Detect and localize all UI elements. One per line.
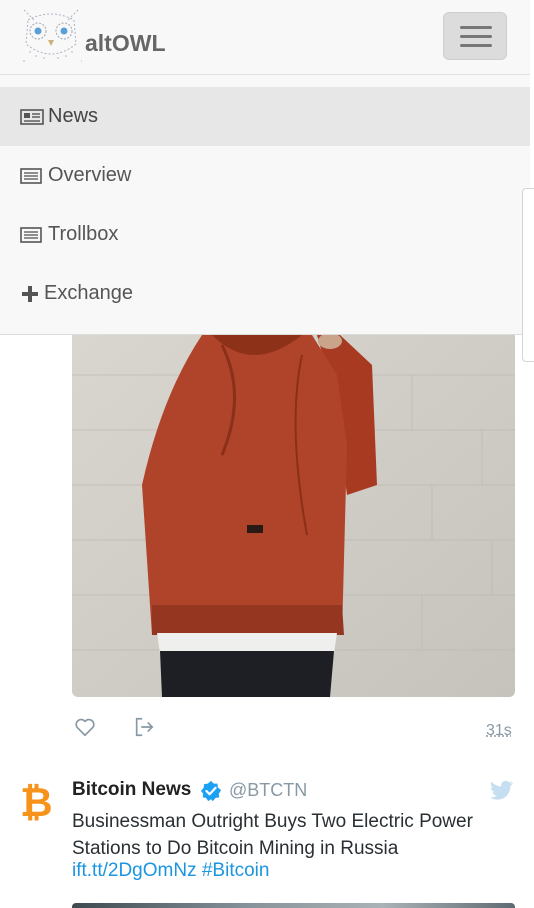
list-icon (20, 226, 42, 243)
scroll-edge (522, 188, 534, 362)
next-tweet-image[interactable] (72, 903, 515, 908)
nav-item-overview[interactable]: Overview (0, 146, 530, 205)
heart-icon[interactable] (74, 716, 96, 738)
twitter-bird-icon[interactable] (488, 780, 514, 802)
brand-name[interactable]: altOWL (85, 30, 166, 57)
hamburger-menu-button[interactable] (443, 12, 507, 60)
verified-badge-icon (200, 780, 222, 802)
tweet-timestamp[interactable]: 31s (486, 722, 512, 740)
nav-label-news: News (48, 105, 99, 127)
hamburger-icon (460, 26, 492, 29)
nav-item-trollbox[interactable]: Trollbox (0, 205, 530, 264)
hoodie-photo (72, 335, 515, 697)
list-icon (20, 167, 42, 184)
tweet-link[interactable]: ift.tt/2DgOmNz #Bitcoin (72, 860, 269, 882)
owl-logo-icon[interactable] (20, 6, 82, 66)
nav-label-exchange: Exchange (44, 282, 133, 304)
share-icon[interactable] (133, 716, 155, 738)
nav-label-trollbox: Trollbox (48, 223, 119, 245)
bitcoin-logo-icon[interactable]: ₿ (20, 780, 53, 826)
plus-icon (22, 285, 38, 302)
tweet-image[interactable] (72, 335, 515, 697)
tweet-author[interactable]: Bitcoin News (72, 779, 191, 801)
tweet-text: Businessman Outright Buys Two Electric P… (72, 811, 473, 859)
nav-item-exchange[interactable]: Exchange (0, 264, 530, 323)
tweet-handle[interactable]: @BTCTN (229, 780, 307, 801)
nav-item-news[interactable]: News (0, 87, 530, 146)
nav-label-overview: Overview (48, 164, 132, 186)
newspaper-icon (20, 108, 44, 125)
navbar: altOWL (0, 0, 530, 75)
nav-dropdown: News Overview Trollbox Exchange (0, 75, 530, 335)
